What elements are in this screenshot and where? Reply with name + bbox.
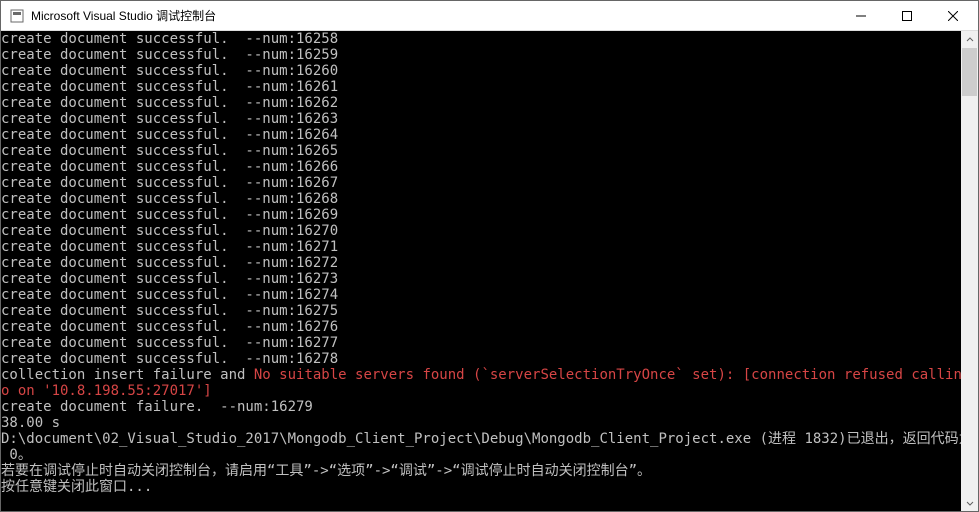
console-line: create document successful. --num:16269 — [1, 207, 961, 223]
console-line: D:\document\02_Visual_Studio_2017\Mongod… — [1, 431, 961, 447]
console-line: create document successful. --num:16259 — [1, 47, 961, 63]
console-line: create document successful. --num:16273 — [1, 271, 961, 287]
console-line: create document successful. --num:16276 — [1, 319, 961, 335]
scrollbar-track[interactable] — [961, 48, 978, 494]
console-line: create document successful. --num:16266 — [1, 159, 961, 175]
window-controls — [838, 1, 976, 31]
console-line: create document successful. --num:16275 — [1, 303, 961, 319]
console-error-line: o on '10.8.198.55:27017'] — [1, 383, 961, 399]
console-line: create document successful. --num:16267 — [1, 175, 961, 191]
scroll-down-button[interactable] — [961, 494, 978, 511]
console-line: create document successful. --num:16268 — [1, 191, 961, 207]
console-line: create document successful. --num:16260 — [1, 63, 961, 79]
title-bar: Microsoft Visual Studio 调试控制台 — [1, 1, 978, 31]
console-line: 38.00 s — [1, 415, 961, 431]
console-line: create document failure. --num:16279 — [1, 399, 961, 415]
console-output[interactable]: create document successful. --num:16258c… — [1, 31, 961, 511]
maximize-button[interactable] — [884, 1, 930, 31]
console-line: create document successful. --num:16262 — [1, 95, 961, 111]
console-line: create document successful. --num:16264 — [1, 127, 961, 143]
console-area: create document successful. --num:16258c… — [1, 31, 978, 511]
console-line: create document successful. --num:16265 — [1, 143, 961, 159]
console-line: create document successful. --num:16263 — [1, 111, 961, 127]
console-line: 按任意键关闭此窗口... — [1, 479, 961, 495]
console-line: create document successful. --num:16272 — [1, 255, 961, 271]
app-icon — [9, 8, 25, 24]
console-line: create document successful. --num:16261 — [1, 79, 961, 95]
console-line: create document successful. --num:16271 — [1, 239, 961, 255]
console-line: 若要在调试停止时自动关闭控制台，请启用“工具”->“选项”->“调试”->“调试… — [1, 463, 961, 479]
console-line: create document successful. --num:16274 — [1, 287, 961, 303]
console-line: 0。 — [1, 447, 961, 463]
console-line: create document successful. --num:16258 — [1, 31, 961, 47]
console-error-line: collection insert failure and No suitabl… — [1, 367, 961, 383]
scroll-up-button[interactable] — [961, 31, 978, 48]
vertical-scrollbar[interactable] — [961, 31, 978, 511]
console-line: create document successful. --num:16277 — [1, 335, 961, 351]
console-line: create document successful. --num:16278 — [1, 351, 961, 367]
minimize-button[interactable] — [838, 1, 884, 31]
console-line: create document successful. --num:16270 — [1, 223, 961, 239]
close-button[interactable] — [930, 1, 976, 31]
window-title: Microsoft Visual Studio 调试控制台 — [31, 7, 838, 24]
scrollbar-thumb[interactable] — [962, 48, 977, 96]
